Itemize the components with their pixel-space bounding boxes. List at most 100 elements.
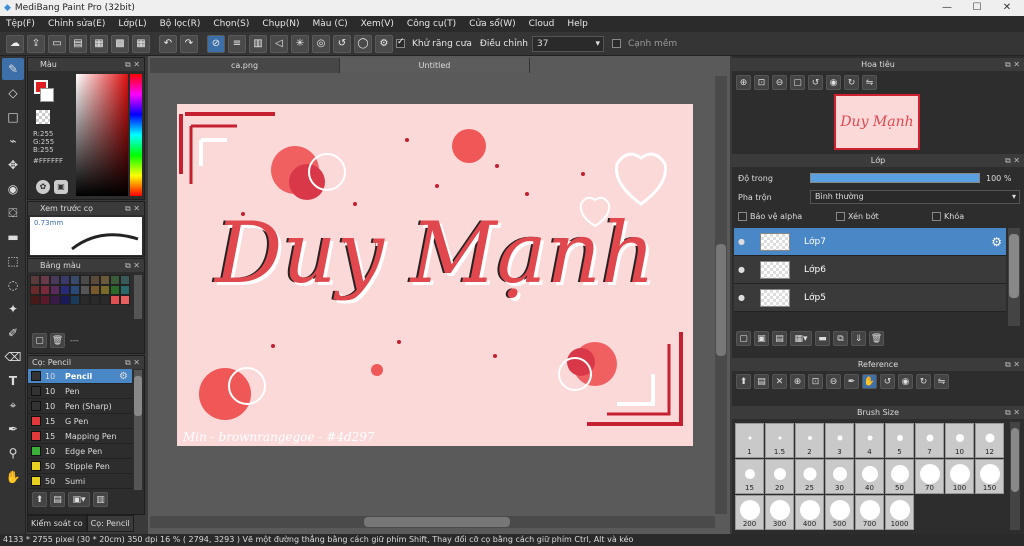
pen-tool-icon[interactable]: ⚲ [2,442,24,464]
eraser-tool-icon[interactable]: ◇ [2,82,24,104]
swatch-cell[interactable] [60,275,70,285]
add-brush-icon[interactable]: ⬆ [32,492,47,507]
swatch-cell[interactable] [30,275,40,285]
page-icon[interactable]: ▦ [90,34,108,53]
panel-float-close-icon[interactable]: ⧉ ✕ [125,356,140,369]
layer-row-6[interactable]: ● Lớp6 [734,256,1006,284]
brush-item[interactable]: 50 Sumi [28,474,132,489]
move-tool-icon[interactable]: ✥ [2,154,24,176]
swatch-cell[interactable] [110,295,120,305]
brush-item[interactable]: 10 Pen [28,384,132,399]
radial-snap-icon[interactable]: ✳ [291,34,309,53]
zoom-out-icon[interactable]: ⊖ [772,75,787,90]
rotate-right-icon[interactable]: ↻ [844,75,859,90]
swatch-cell[interactable] [40,275,50,285]
brush-item[interactable]: 15 Mapping Pen [28,429,132,444]
redo-icon[interactable]: ↷ [180,34,198,53]
vanish-snap-icon[interactable]: ◁ [270,34,288,53]
zoom-in-icon[interactable]: ⊕ [736,75,751,90]
horizontal-scroll-thumb[interactable] [364,517,510,527]
blend-dropdown[interactable]: Bình thường ▾ [810,190,1020,204]
flip-icon[interactable]: ⇋ [862,75,877,90]
menu-filter[interactable]: Bộ lọc(R) [160,19,201,29]
saturation-value-picker[interactable] [76,74,128,196]
lock-checkbox[interactable] [932,211,941,221]
visibility-icon[interactable]: ● [738,265,748,274]
ref-add-icon[interactable]: ⬆ [736,374,751,389]
select-pen-icon[interactable]: ✐ [2,322,24,344]
color-palette-icon[interactable]: ▣ [54,180,68,194]
menu-edit[interactable]: Chỉnh sửa(E) [48,19,105,29]
dot-tool-icon[interactable]: ⌁ [2,130,24,152]
brush-size-cell[interactable]: 300 [765,495,794,530]
delete-layer-icon[interactable]: 🗑 [869,331,884,346]
menu-snap[interactable]: Chụp(N) [262,19,299,29]
swatch-cell[interactable] [80,285,90,295]
new-layer-icon[interactable]: ▢ [736,331,751,346]
gradient-tool-icon[interactable]: ▬ [2,226,24,248]
rect-tool-icon[interactable]: □ [2,106,24,128]
new-swatch-icon[interactable]: ▢ [32,333,47,348]
layer-row-5[interactable]: ● Lớp5 [734,284,1006,312]
ref-flip-icon[interactable]: ⇋ [934,374,949,389]
ref-reset-icon[interactable]: ◉ [898,374,913,389]
hue-slider[interactable] [130,74,142,196]
brush-size-cell[interactable]: 1000 [885,495,914,530]
menu-color[interactable]: Màu (C) [313,19,348,29]
menu-layer[interactable]: Lớp(L) [118,19,146,29]
navigator-thumbnail[interactable]: Duy Mạnh [834,94,920,150]
ref-zoom-out-icon[interactable]: ⊖ [826,374,841,389]
swatch-cell[interactable] [90,285,100,295]
menu-cloud[interactable]: Cloud [529,19,555,29]
swatch-cell[interactable] [110,285,120,295]
close-button[interactable]: ✕ [992,0,1022,16]
actual-size-icon[interactable]: ▢ [790,75,805,90]
ref-hand-icon[interactable]: ✋ [862,374,877,389]
brush-item[interactable]: 10 Pencil ⚙ [28,369,132,384]
panel-float-close-icon[interactable]: ⧉ ✕ [1005,58,1020,71]
magic-wand-icon[interactable]: ✦ [2,298,24,320]
brush-size-cell[interactable]: 100 [945,459,974,494]
artwork-canvas[interactable]: Duy Mạnh Min - brownrangegoe - #4d297 [177,104,693,446]
reset-rotate-icon[interactable]: ◉ [826,75,841,90]
layer-scrollbar[interactable] [1008,228,1020,326]
menu-tools[interactable]: Công cụ(T) [407,19,456,29]
swatch-cell[interactable] [120,285,130,295]
adjust-dropdown[interactable]: 37 ▾ [531,35,604,52]
soft-edge-checkbox[interactable] [611,39,621,48]
brush-size-cell[interactable]: 50 [885,459,914,494]
brush-tool-icon[interactable]: ✎ [2,58,24,80]
panel-float-close-icon[interactable]: ⧉ ✕ [125,58,140,71]
new-halftone-layer-icon[interactable]: ▣ [754,331,769,346]
swatch-cell[interactable] [120,295,130,305]
brush-size-scrollbar[interactable] [1010,422,1020,530]
brush-size-cell[interactable]: 1.5 [765,423,794,458]
brush-size-cell[interactable]: 3 [825,423,854,458]
swatch-cell[interactable] [30,295,40,305]
swatch-cell[interactable] [70,275,80,285]
brush-size-cell[interactable]: 1 [735,423,764,458]
tab-ca-png[interactable]: ca.png [150,58,340,73]
protect-alpha-checkbox[interactable] [738,211,747,221]
panel-float-close-icon[interactable]: ⧉ ✕ [1005,358,1020,371]
undo-icon[interactable]: ↶ [159,34,177,53]
text-tool-icon[interactable]: T [2,370,24,392]
hand-tool-icon[interactable]: ✋ [2,466,24,488]
menu-file[interactable]: Tệp(F) [6,19,35,29]
cross-snap-icon[interactable]: ▥ [249,34,267,53]
brush-scrollbar[interactable] [134,370,142,490]
visibility-icon[interactable]: ● [738,293,748,302]
upload-icon[interactable]: ⇪ [27,34,45,53]
swatch-cell[interactable] [40,295,50,305]
menu-select[interactable]: Chọn(S) [213,19,249,29]
panel-tool-icon[interactable]: ⌖ [2,394,24,416]
swatch-cell[interactable] [120,275,130,285]
maximize-button[interactable]: ☐ [962,0,992,16]
panel-float-close-icon[interactable]: ⧉ ✕ [1005,406,1020,419]
brush-item[interactable]: 50 Stipple Pen [28,459,132,474]
ref-open-icon[interactable]: ▤ [754,374,769,389]
menu-help[interactable]: Help [567,19,588,29]
swatch-cell[interactable] [30,285,40,295]
swatch-cell[interactable] [90,275,100,285]
snap-off-icon[interactable]: ⊘ [207,34,225,53]
